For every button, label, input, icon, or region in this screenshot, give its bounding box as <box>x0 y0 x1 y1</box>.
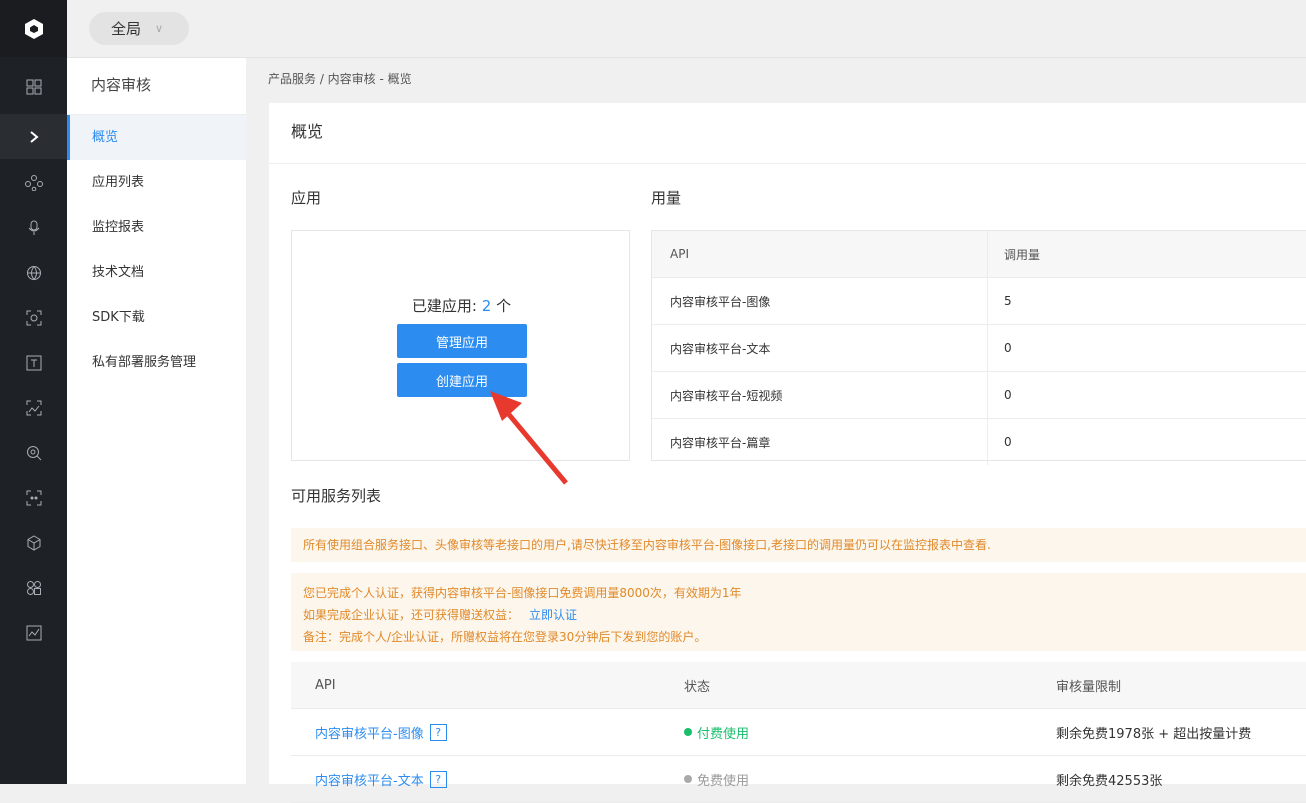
services-header-row: API 状态 审核量限制 <box>291 662 1306 709</box>
nav-item-sdk-download[interactable]: SDK下载 <box>67 295 246 340</box>
nav-item-monitor-report[interactable]: 监控报表 <box>67 205 246 250</box>
cube-icon[interactable] <box>0 520 67 565</box>
service-status: 付费使用 <box>666 709 1038 755</box>
built-apps-number: 2 <box>481 297 492 315</box>
manage-apps-button[interactable]: 管理应用 <box>397 324 527 358</box>
migration-notice: 所有使用组合服务接口、头像审核等老接口的用户,请尽快迁移至内容审核平台-图像接口… <box>291 528 1306 562</box>
grid-icon[interactable] <box>0 64 67 109</box>
mic-icon[interactable] <box>0 205 67 250</box>
service-api-cell: 内容审核平台-文本? <box>291 756 666 802</box>
expand-icon[interactable] <box>0 114 67 159</box>
nav-item-app-list[interactable]: 应用列表 <box>67 160 246 205</box>
service-api-link[interactable]: 内容审核平台-文本 <box>315 770 424 789</box>
usage-count: 0 <box>1004 388 1012 402</box>
table-row: 内容审核平台-文本 0 <box>652 325 1306 372</box>
status-dot-icon <box>684 728 692 736</box>
usage-api: 内容审核平台-文本 <box>652 325 988 371</box>
service-limit: 剩余免费1978张 + 超出按量计费 <box>1056 726 1252 742</box>
table-row: 内容审核平台-图像 5 <box>652 278 1306 325</box>
help-icon[interactable]: ? <box>429 723 447 741</box>
services-header-api: API <box>315 677 336 693</box>
service-limit: 剩余免费42553张 <box>1056 773 1163 789</box>
chart-icon[interactable] <box>0 610 67 655</box>
table-row: 内容审核平台-篇章 0 <box>652 419 1306 465</box>
services-section-title: 可用服务列表 <box>291 487 382 505</box>
services-header-limit: 审核量限制 <box>1056 679 1122 695</box>
certification-notice: 您已完成个人认证，获得内容审核平台-图像接口免费调用量8000次，有效期为1年 … <box>291 573 1306 651</box>
help-icon[interactable]: ? <box>429 770 447 788</box>
apps-section-title: 应用 <box>291 189 322 207</box>
service-status: 免费使用 <box>666 756 1038 802</box>
nav-item-tech-docs[interactable]: 技术文档 <box>67 250 246 295</box>
nav-item-private-deploy[interactable]: 私有部署服务管理 <box>67 340 246 385</box>
chevron-down-icon: ∨ <box>155 22 164 35</box>
table-row: 内容审核平台-短视频 0 <box>652 372 1306 419</box>
text-icon[interactable] <box>0 340 67 385</box>
certify-now-link[interactable]: 立即认证 <box>529 608 577 622</box>
usage-api: 内容审核平台-图像 <box>652 278 988 324</box>
apps-icon[interactable] <box>0 565 67 610</box>
face-scan-icon[interactable] <box>0 295 67 340</box>
annotation-arrow-icon <box>490 391 568 485</box>
service-api-link[interactable]: 内容审核平台-图像 <box>315 723 424 742</box>
usage-api: 内容审核平台-短视频 <box>652 372 988 418</box>
image-recog-icon[interactable] <box>0 385 67 430</box>
search-face-icon[interactable] <box>0 430 67 475</box>
secondary-nav: 内容审核 概览 应用列表 监控报表 技术文档 SDK下载 私有部署服务管理 <box>67 58 246 784</box>
logo-icon[interactable] <box>0 0 67 57</box>
network-icon[interactable] <box>0 160 67 205</box>
usage-count: 5 <box>1004 294 1012 308</box>
usage-section-title: 用量 <box>651 189 682 207</box>
usage-count: 0 <box>1004 435 1012 449</box>
scope-selector[interactable]: 全局 ∨ <box>89 12 189 45</box>
cert-line-2-text: 如果完成企业认证，还可获得赠送权益： <box>303 608 520 622</box>
nav-item-overview[interactable]: 概览 <box>67 115 246 160</box>
built-apps-count: 已建应用: 2 个 <box>292 295 631 316</box>
services-header-status: 状态 <box>684 679 711 695</box>
cert-line-2: 如果完成企业认证，还可获得赠送权益： 立即认证 <box>303 604 1294 626</box>
table-row: 内容审核平台-图像? 付费使用 剩余免费1978张 + 超出按量计费 <box>291 709 1306 756</box>
cert-line-3: 备注：完成个人/企业认证，所赠权益将在您登录30分钟后下发到您的账户。 <box>303 630 707 644</box>
services-table: API 状态 审核量限制 内容审核平台-图像? 付费使用 剩余免费1978张 +… <box>291 662 1306 803</box>
usage-header-api: API <box>652 231 988 277</box>
status-dot-icon <box>684 775 692 783</box>
built-apps-label: 已建应用: <box>411 297 482 315</box>
status-label: 付费使用 <box>697 726 750 742</box>
table-row: 内容审核平台-文本? 免费使用 剩余免费42553张 <box>291 756 1306 803</box>
usage-api: 内容审核平台-篇章 <box>652 419 988 465</box>
scope-label: 全局 <box>111 20 142 38</box>
image-analysis-icon[interactable] <box>0 475 67 520</box>
nav-title: 内容审核 <box>67 58 246 115</box>
usage-count: 0 <box>1004 341 1012 355</box>
usage-header-count: 调用量 <box>1004 247 1041 262</box>
usage-table: API 调用量 内容审核平台-图像 5 内容审核平台-文本 0 内容审核平台-短… <box>651 230 1306 465</box>
service-api-cell: 内容审核平台-图像? <box>291 709 666 755</box>
apps-card: 已建应用: 2 个 管理应用 创建应用 <box>291 230 630 461</box>
icon-rail <box>0 0 67 784</box>
globe-icon[interactable] <box>0 250 67 295</box>
cert-line-1: 您已完成个人认证，获得内容审核平台-图像接口免费调用量8000次，有效期为1年 <box>303 586 742 600</box>
page-title: 概览 <box>269 103 1306 164</box>
built-apps-unit: 个 <box>491 297 512 315</box>
main-panel: 概览 应用 用量 已建应用: 2 个 管理应用 创建应用 API 调用量 内容审… <box>269 103 1306 803</box>
status-label: 免费使用 <box>697 773 750 789</box>
top-bar: 全局 ∨ <box>67 0 1306 58</box>
usage-header-row: API 调用量 <box>652 231 1306 278</box>
breadcrumb: 产品服务 / 内容审核 - 概览 <box>268 72 412 86</box>
